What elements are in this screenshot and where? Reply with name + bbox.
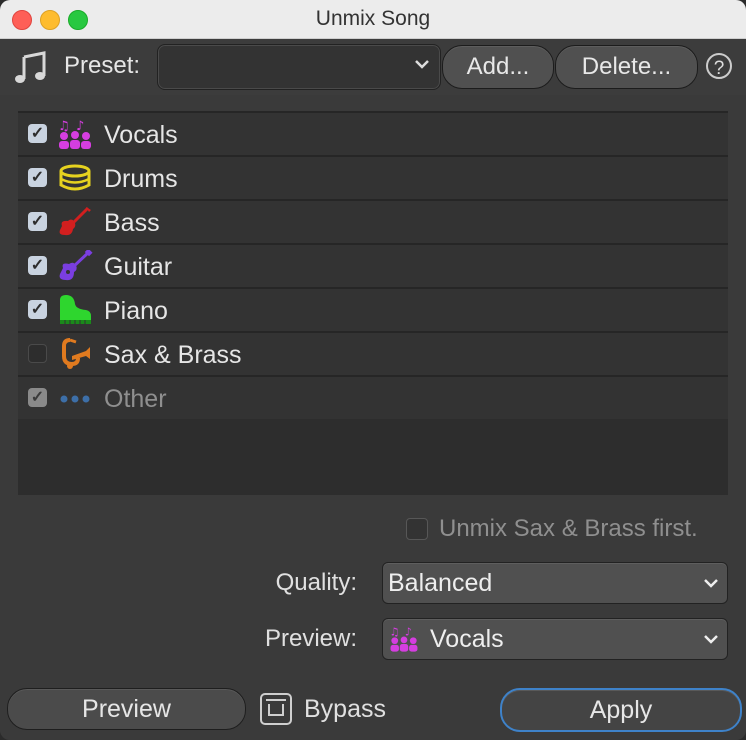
- unmix-first-checkbox[interactable]: [406, 518, 428, 540]
- checkbox-guitar[interactable]: ✓: [28, 256, 47, 275]
- preview-button[interactable]: Preview: [7, 688, 246, 730]
- title-bar: Unmix Song: [0, 0, 746, 39]
- stem-label: Other: [104, 385, 167, 413]
- stem-row-guitar[interactable]: ✓ Guitar: [18, 243, 728, 287]
- delete-preset-button[interactable]: Delete...: [555, 45, 698, 89]
- chevron-down-icon: [415, 60, 429, 69]
- stem-label: Sax & Brass: [104, 341, 242, 369]
- preset-label: Preset:: [64, 52, 141, 79]
- preset-toolbar: Preset: Add... Delete... ?: [0, 39, 746, 95]
- bypass-label[interactable]: Bypass: [304, 695, 386, 724]
- stem-row-vocals[interactable]: ✓ ♫ ♪ Vocals: [18, 111, 728, 155]
- preset-select[interactable]: [157, 44, 441, 90]
- apply-button[interactable]: Apply: [500, 688, 742, 732]
- vocals-icon: ♫ ♪: [58, 119, 91, 149]
- stem-row-other: ✓ Other: [18, 375, 728, 419]
- drum-icon: [59, 164, 91, 191]
- stem-row-drums[interactable]: ✓ Drums: [18, 155, 728, 199]
- help-button[interactable]: ?: [706, 53, 732, 79]
- bypass-icon[interactable]: [260, 693, 292, 725]
- checkbox-other: ✓: [28, 388, 47, 407]
- checkbox-bass[interactable]: ✓: [28, 212, 47, 231]
- checkbox-drums[interactable]: ✓: [28, 168, 47, 187]
- stem-list: ✓ ♫ ♪ Vocals ✓ Drums ✓ Bass ✓ Guitar ✓ P…: [18, 111, 728, 495]
- svg-text:♫: ♫: [390, 626, 400, 639]
- ellipsis-icon: [60, 395, 90, 403]
- stem-label: Piano: [104, 297, 168, 325]
- vocals-icon: ♫ ♪: [390, 626, 418, 652]
- quality-value: Balanced: [388, 569, 493, 597]
- unmix-song-window: Unmix Song Preset: Add... Delete... ? ✓ …: [0, 0, 746, 740]
- preview-select[interactable]: ♫ ♪ Vocals: [382, 618, 728, 660]
- checkbox-vocals[interactable]: ✓: [28, 124, 47, 143]
- stem-row-piano[interactable]: ✓ Piano: [18, 287, 728, 331]
- chevron-down-icon: [704, 635, 718, 644]
- music-note-icon: [15, 51, 46, 83]
- sax-brass-icon: [62, 338, 90, 369]
- checkbox-sax-brass[interactable]: [28, 344, 47, 363]
- stem-label: Vocals: [104, 121, 178, 149]
- window-title: Unmix Song: [315, 7, 431, 30]
- stem-row-bass[interactable]: ✓ Bass: [18, 199, 728, 243]
- preview-value: Vocals: [430, 625, 504, 653]
- quality-select[interactable]: Balanced: [382, 562, 728, 604]
- stem-label: Drums: [104, 165, 178, 193]
- stem-row-sax-brass[interactable]: Sax & Brass: [18, 331, 728, 375]
- bass-guitar-icon: [59, 206, 91, 236]
- stem-label: Bass: [104, 209, 160, 237]
- guitar-icon: [59, 250, 93, 281]
- quality-label: Quality:: [275, 569, 357, 596]
- add-preset-button[interactable]: Add...: [442, 45, 554, 89]
- svg-text:♪: ♪: [405, 626, 412, 639]
- stem-label: Guitar: [104, 253, 173, 281]
- unmix-first-label: Unmix Sax & Brass first.: [439, 515, 698, 542]
- chevron-down-icon: [704, 579, 718, 588]
- footer-bar: Preview Bypass Apply: [0, 678, 746, 740]
- checkbox-piano[interactable]: ✓: [28, 300, 47, 319]
- preview-label: Preview:: [264, 625, 357, 652]
- piano-icon: [60, 295, 91, 324]
- unmix-sax-brass-first-option[interactable]: Unmix Sax & Brass first.: [406, 515, 736, 542]
- svg-text:♫: ♫: [58, 119, 70, 134]
